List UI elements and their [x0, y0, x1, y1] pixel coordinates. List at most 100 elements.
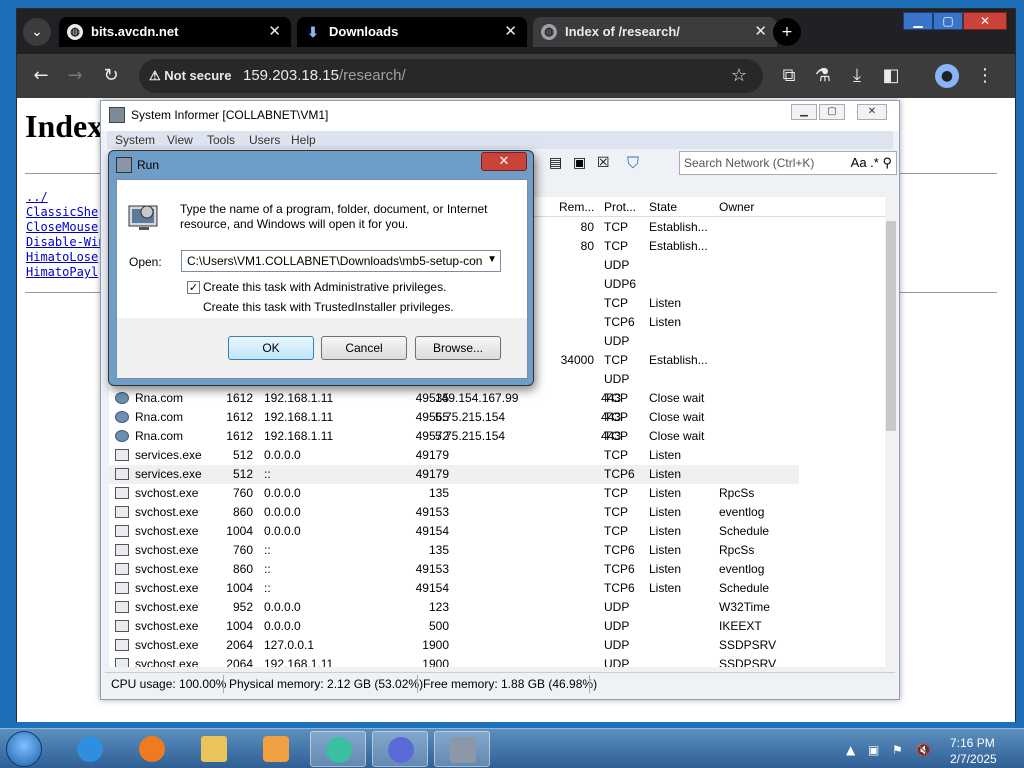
tab-search-button[interactable]: ⌄ [23, 18, 51, 46]
volume-muted-icon[interactable]: 🔇 [916, 743, 931, 757]
table-row[interactable]: services.exe 512:: 49179 TCP6 Listen [109, 465, 799, 484]
process-window-icon [115, 468, 129, 480]
table-row[interactable]: svchost.exe 1004:: 49154 TCP6 Listen Schedule [109, 579, 799, 598]
tab-strip: ⌄ ◍ bits.avcdn.net ✕ ⬇ Downloads ✕ ◍ Ind… [17, 9, 1015, 54]
taskbar-media-player[interactable] [248, 731, 304, 767]
admin-checkbox-label[interactable]: Create this task with Administrative pri… [203, 280, 446, 294]
dir-link[interactable]: CloseMouse [26, 220, 98, 234]
search-option-icons[interactable]: Aa .* ⚲ [851, 155, 892, 171]
taskbar-internet-explorer[interactable] [62, 731, 118, 767]
restore-icon[interactable]: ▣ [573, 155, 586, 171]
extensions-icon[interactable]: ⧉ [777, 64, 801, 88]
cell-rport: 80 [580, 239, 594, 253]
column-owner[interactable]: Owner [719, 200, 754, 214]
reload-icon[interactable]: ↻ [99, 64, 123, 88]
start-button[interactable] [6, 731, 42, 767]
cell-owner: eventlog [719, 562, 765, 576]
open-combobox[interactable]: C:\Users\VM1.COLLABNET\Downloads\mb5-set… [181, 250, 501, 272]
cell-pid: 1612 [226, 429, 253, 443]
minimize-button[interactable]: ▁ [903, 12, 933, 30]
table-row[interactable]: Rna.com 1612 192.168.1.11 49565 5.75.215.154… [109, 408, 799, 427]
forward-arrow-icon[interactable]: → [63, 64, 87, 88]
table-row[interactable]: Rna.com 1612 192.168.1.11 49535 149.154.167.… [109, 389, 799, 408]
kebab-menu-icon[interactable]: ⋮ [973, 64, 997, 88]
side-panel-icon[interactable]: ◧ [879, 64, 903, 88]
ok-button[interactable]: OK [228, 336, 314, 360]
search-input[interactable]: Search Network (Ctrl+K) Aa .* ⚲ [679, 151, 897, 175]
scrollbar-thumb[interactable] [886, 221, 896, 431]
cell-name: svchost.exe [135, 562, 199, 576]
table-row[interactable]: svchost.exe 860 0.0.0.0 49153 TCP Listen event… [109, 503, 799, 522]
table-row[interactable]: svchost.exe 760:: 135 TCP6 Listen RpcSs [109, 541, 799, 560]
table-row[interactable]: svchost.exe 1004 0.0.0.0 500 UDP IKEEXT [109, 617, 799, 636]
profile-avatar-icon[interactable]: ● [935, 64, 959, 88]
menu-tools[interactable]: Tools [207, 133, 235, 147]
cell-name: services.exe [135, 448, 202, 462]
close-button[interactable]: ✕ [481, 152, 527, 171]
menu-users[interactable]: Users [249, 133, 280, 147]
window-titlebar[interactable]: System Informer [COLLABNET\VM1] ▁ ▢ ✕ [101, 101, 899, 131]
new-tab-button[interactable]: + [773, 18, 801, 46]
star-icon[interactable]: ☆ [727, 64, 751, 88]
table-row[interactable]: services.exe 512 0.0.0.0 49179 TCP Listen [109, 446, 799, 465]
table-row[interactable]: svchost.exe 860:: 49153 TCP6 Listen eventlog [109, 560, 799, 579]
cell-laddr: 0.0.0.0 [264, 524, 301, 538]
maximize-button[interactable]: ▢ [819, 104, 845, 120]
dropdown-arrow-icon[interactable]: ▼ [487, 254, 497, 265]
dir-link[interactable]: ../ [26, 190, 48, 204]
table-row[interactable]: svchost.exe 1004 0.0.0.0 49154 TCP Listen Sche… [109, 522, 799, 541]
dir-link[interactable]: HimatoLose [26, 250, 98, 264]
close-icon[interactable]: ✕ [504, 22, 517, 40]
taskbar-file-explorer[interactable] [186, 731, 242, 767]
download-icon[interactable]: ⤓ [845, 64, 869, 88]
close-icon[interactable]: ✕ [268, 22, 281, 40]
close-icon[interactable]: ✕ [754, 22, 767, 40]
taskbar-firefox[interactable] [124, 731, 180, 767]
taskbar-system-informer[interactable] [434, 731, 490, 767]
close-box-icon[interactable]: ☒ [597, 155, 610, 171]
clock-date[interactable]: 2/7/2025 [950, 752, 997, 766]
security-indicator[interactable]: ⚠ Not secure [149, 68, 231, 84]
close-window-button[interactable]: ✕ [963, 12, 1007, 30]
browse-button[interactable]: Browse... [415, 336, 501, 360]
shield-icon[interactable]: ⛉ [627, 153, 639, 173]
back-arrow-icon[interactable]: ← [29, 64, 53, 88]
action-center-flag-icon[interactable]: ⚑ [892, 743, 903, 757]
column-remote-port[interactable]: Rem... [559, 200, 594, 214]
cancel-button[interactable]: Cancel [321, 336, 407, 360]
taskbar-app-infinity[interactable] [372, 731, 428, 767]
window-icon[interactable]: ▤ [549, 155, 562, 171]
menu-system[interactable]: System [115, 133, 155, 147]
table-row[interactable]: svchost.exe 952 0.0.0.0 123 UDP W32Time [109, 598, 799, 617]
table-row[interactable]: Rna.com 1612 192.168.1.11 49572 5.75.215.154… [109, 427, 799, 446]
network-icon[interactable]: ▣ [868, 743, 879, 757]
clock-time[interactable]: 7:16 PM [950, 736, 995, 750]
cell-laddr: 0.0.0.0 [264, 448, 301, 462]
address-bar[interactable]: ⚠ Not secure 159.203.18.15/research/ ☆ [139, 59, 763, 93]
vertical-scrollbar[interactable] [885, 197, 897, 667]
cell-laddr: 0.0.0.0 [264, 505, 301, 519]
column-state[interactable]: State [649, 200, 677, 214]
flask-icon[interactable]: ⚗ [811, 64, 835, 88]
dir-link[interactable]: Disable-Win [26, 235, 105, 249]
table-row[interactable]: svchost.exe 2064 192.168.1.11 1900 UDP SSDPSR… [109, 655, 799, 667]
tab-downloads[interactable]: ⬇ Downloads ✕ [297, 17, 527, 47]
taskbar-app-swirl[interactable] [310, 731, 366, 767]
admin-checkbox[interactable]: ✓ [187, 281, 200, 294]
tab-bits-avcdn[interactable]: ◍ bits.avcdn.net ✕ [59, 17, 291, 47]
minimize-button[interactable]: ▁ [791, 104, 817, 120]
dir-link[interactable]: HimatoPayl [26, 265, 98, 279]
tab-index-research[interactable]: ◍ Index of /research/ ✕ [533, 17, 777, 47]
close-button[interactable]: ✕ [857, 104, 887, 120]
table-row[interactable]: svchost.exe 760 0.0.0.0 135 TCP Listen RpcSs [109, 484, 799, 503]
show-hidden-icons-icon[interactable]: ▲ [846, 743, 855, 757]
dir-link[interactable]: ClassicShe [26, 205, 98, 219]
trustedinstaller-option-label[interactable]: Create this task with TrustedInstaller p… [203, 300, 454, 314]
url-text[interactable]: 159.203.18.15/research/ [243, 67, 406, 84]
menu-help[interactable]: Help [291, 133, 316, 147]
maximize-button[interactable]: ▢ [933, 12, 963, 30]
column-protocol[interactable]: Prot... [604, 200, 636, 214]
menu-view[interactable]: View [167, 133, 193, 147]
dialog-title: Run [137, 158, 160, 172]
table-row[interactable]: svchost.exe 2064 127.0.0.1 1900 UDP SSDPSRV [109, 636, 799, 655]
